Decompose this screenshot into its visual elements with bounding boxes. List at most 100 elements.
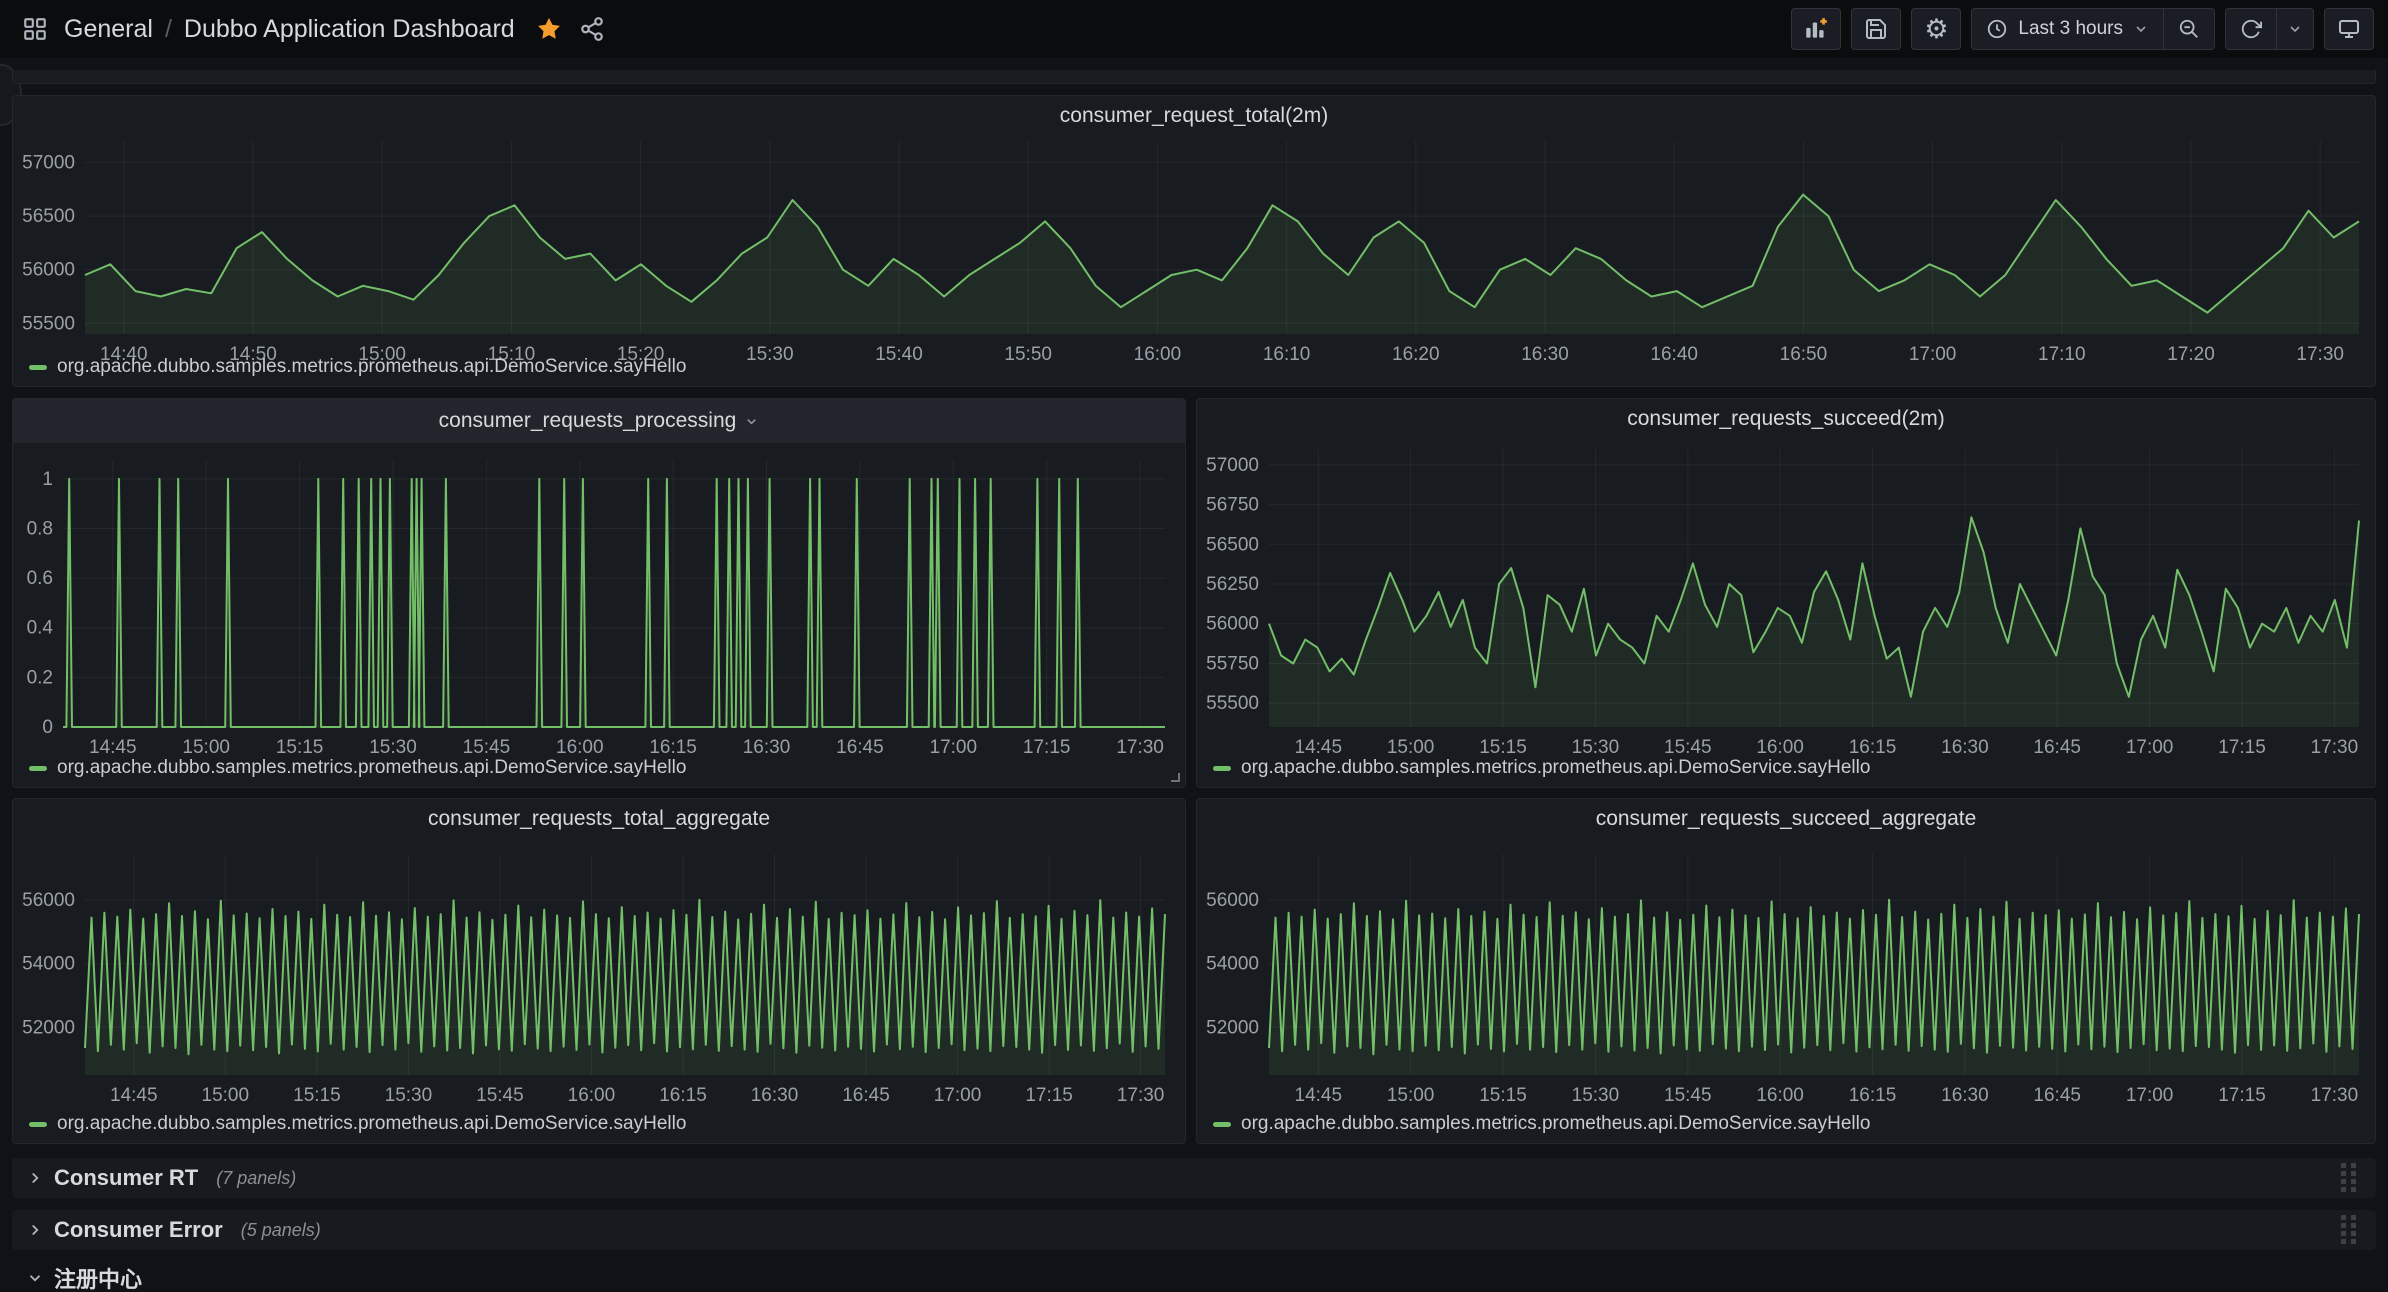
series-label[interactable]: org.apache.dubbo.samples.metrics.prometh… [57,757,686,779]
refresh-button[interactable] [2226,9,2276,49]
svg-text:14:45: 14:45 [1295,737,1343,758]
timeseries-chart[interactable]: 55500 55750 56000 56250 56500 56750 57000 14:45… [1197,399,2375,787]
timeseries-chart[interactable]: 52000540005600014:4515:0015:1515:3015:45… [13,799,1185,1143]
svg-text:55750: 55750 [1206,654,1259,675]
refresh-interval-dropdown[interactable] [2276,9,2313,49]
svg-text:16:00: 16:00 [1756,737,1804,758]
row-title: 注册中心 [54,1262,142,1292]
series-label[interactable]: org.apache.dubbo.samples.metrics.prometh… [57,356,686,378]
legend[interactable]: org.apache.dubbo.samples.metrics.prometh… [29,757,686,779]
svg-text:15:45: 15:45 [463,737,511,758]
legend[interactable]: org.apache.dubbo.samples.metrics.prometh… [29,356,686,378]
svg-text:16:40: 16:40 [1650,344,1698,365]
chevron-down-icon [2287,21,2303,37]
svg-text:16:00: 16:00 [1756,1085,1804,1106]
svg-text:16:30: 16:30 [1521,344,1569,365]
svg-text:17:30: 17:30 [2311,737,2359,758]
svg-text:57000: 57000 [22,152,75,173]
clock-icon [1986,18,2008,40]
svg-text:55500: 55500 [22,313,75,334]
gear-icon: ⚙ [1924,16,1948,43]
svg-text:15:45: 15:45 [476,1085,524,1106]
timeseries-chart[interactable]: 00.20.40.60.8114:4515:0015:1515:3015:451… [13,399,1185,787]
svg-text:15:30: 15:30 [369,737,417,758]
row-registry-center[interactable]: 注册中心 [12,1258,2376,1292]
panel-resize-handle[interactable] [1166,768,1182,784]
dashboard-settings-button[interactable]: ⚙ [1911,8,1961,50]
svg-text:1: 1 [42,469,53,490]
row-drag-handle[interactable] [2338,1161,2360,1195]
timeseries-chart[interactable]: 52000540005600014:4515:0015:1515:3015:45… [1197,799,2375,1143]
svg-text:14:45: 14:45 [89,737,137,758]
series-color-swatch [1213,766,1231,771]
svg-text:14:45: 14:45 [1295,1085,1343,1106]
save-dashboard-button[interactable] [1851,8,1901,50]
series-color-swatch [1213,1122,1231,1127]
svg-text:17:30: 17:30 [1116,737,1164,758]
svg-text:16:45: 16:45 [2033,737,2081,758]
series-label[interactable]: org.apache.dubbo.samples.metrics.prometh… [1241,1113,1870,1135]
svg-text:15:00: 15:00 [202,1085,250,1106]
chevron-down-icon [26,1269,44,1287]
svg-text:17:15: 17:15 [1025,1085,1073,1106]
time-range-picker[interactable]: Last 3 hours [1972,9,2163,49]
svg-text:17:30: 17:30 [2311,1085,2359,1106]
svg-text:56750: 56750 [1206,495,1259,516]
favorite-star-icon[interactable] [535,15,563,43]
svg-text:17:00: 17:00 [930,737,978,758]
legend[interactable]: org.apache.dubbo.samples.metrics.prometh… [29,1113,686,1135]
svg-text:0.8: 0.8 [27,519,53,540]
row-drag-handle[interactable] [2338,1213,2360,1247]
svg-text:56500: 56500 [22,206,75,227]
timeseries-chart[interactable]: 5550056000565005700014:4014:5015:0015:10… [13,96,2375,386]
svg-text:56000: 56000 [22,260,75,281]
breadcrumb: General / Dubbo Application Dashboard [64,15,515,44]
panel-above-sliver [12,70,2376,84]
svg-text:17:15: 17:15 [1023,737,1071,758]
svg-text:54000: 54000 [1206,954,1259,975]
svg-text:16:00: 16:00 [1134,344,1182,365]
svg-text:16:30: 16:30 [1941,737,1989,758]
svg-text:16:15: 16:15 [659,1085,707,1106]
svg-text:15:45: 15:45 [1664,1085,1712,1106]
svg-text:0: 0 [42,717,53,738]
add-panel-button[interactable] [1791,8,1841,50]
svg-text:15:00: 15:00 [182,737,230,758]
svg-text:52000: 52000 [22,1017,75,1038]
svg-text:17:00: 17:00 [1909,344,1957,365]
panel-consumer-requests-succeed: consumer_requests_succeed(2m) 5550055750… [1196,398,2376,788]
svg-text:17:30: 17:30 [2296,344,2344,365]
panel-consumer-request-total: consumer_request_total(2m) 5550056000565… [12,95,2376,387]
zoom-out-time-button[interactable] [2163,9,2214,49]
svg-text:16:30: 16:30 [1941,1085,1989,1106]
legend[interactable]: org.apache.dubbo.samples.metrics.prometh… [1213,1113,1870,1135]
row-consumer-rt[interactable]: Consumer RT (7 panels) [12,1158,2376,1198]
row-consumer-error[interactable]: Consumer Error (5 panels) [12,1210,2376,1250]
svg-text:0.4: 0.4 [27,618,54,639]
svg-text:16:20: 16:20 [1392,344,1440,365]
svg-text:16:15: 16:15 [1849,1085,1897,1106]
svg-text:56000: 56000 [1206,614,1259,635]
svg-text:15:40: 15:40 [875,344,923,365]
breadcrumb-section[interactable]: General [64,15,153,44]
svg-text:56500: 56500 [1206,534,1259,555]
svg-text:15:30: 15:30 [746,344,794,365]
kiosk-mode-button[interactable] [2324,8,2374,50]
row-title: Consumer RT [54,1165,198,1191]
series-label[interactable]: org.apache.dubbo.samples.metrics.prometh… [1241,757,1870,779]
svg-text:16:45: 16:45 [836,737,884,758]
svg-text:55500: 55500 [1206,693,1259,714]
series-label[interactable]: org.apache.dubbo.samples.metrics.prometh… [57,1113,686,1135]
svg-text:15:30: 15:30 [1572,737,1620,758]
svg-text:16:10: 16:10 [1263,344,1311,365]
legend[interactable]: org.apache.dubbo.samples.metrics.prometh… [1213,757,1870,779]
series-color-swatch [29,1122,47,1127]
share-icon[interactable] [579,16,605,42]
svg-text:57000: 57000 [1206,455,1259,476]
chevron-right-icon [26,1169,44,1187]
svg-text:56000: 56000 [1206,890,1259,911]
series-color-swatch [29,365,47,370]
svg-text:56250: 56250 [1206,574,1259,595]
refresh-group [2225,8,2314,50]
apps-menu-icon[interactable] [22,16,48,42]
